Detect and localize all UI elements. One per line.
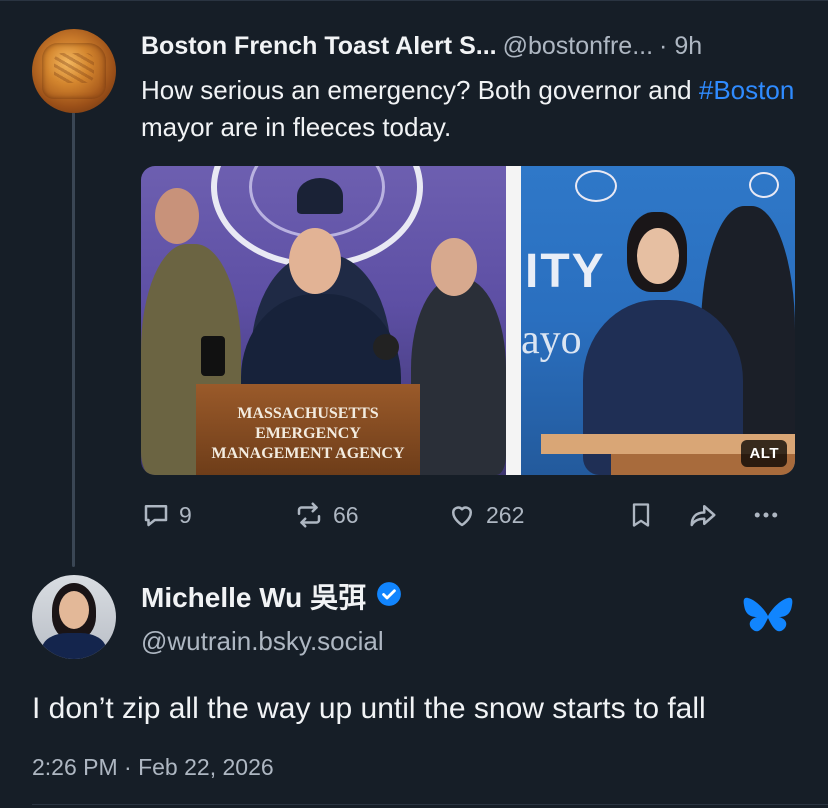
mayor-press-conference-image[interactable]: ITY ayo ALT bbox=[521, 166, 795, 475]
french-toast-avatar[interactable] bbox=[32, 29, 116, 113]
podium-sign-text: MASSACHUSETTS EMERGENCY MANAGEMENT AGENC… bbox=[196, 404, 420, 464]
podium-line: EMERGENCY bbox=[255, 425, 361, 442]
thread-connector-line bbox=[72, 112, 75, 567]
post-text-part: How serious an emergency? Both governor … bbox=[141, 75, 699, 105]
repost-button[interactable]: 66 bbox=[293, 500, 359, 530]
post-action-bar: 9 66 262 bbox=[141, 500, 801, 534]
post-text: I don’t zip all the way up until the sno… bbox=[32, 692, 706, 725]
verified-badge-icon bbox=[376, 580, 402, 616]
avatar-shirt bbox=[42, 633, 106, 659]
bookmark-button[interactable] bbox=[627, 500, 655, 530]
like-icon bbox=[446, 500, 478, 530]
guard-head bbox=[155, 188, 199, 244]
microphone bbox=[373, 334, 399, 360]
author-name-row: Michelle Wu 吳弭 bbox=[141, 580, 402, 616]
podium: MASSACHUSETTS EMERGENCY MANAGEMENT AGENC… bbox=[196, 384, 420, 475]
share-icon bbox=[687, 500, 719, 530]
more-options-button[interactable] bbox=[749, 500, 783, 530]
podium-line: MANAGEMENT AGENCY bbox=[211, 445, 405, 462]
microphone bbox=[201, 336, 225, 376]
hashtag-link[interactable]: #Boston bbox=[699, 75, 794, 105]
officer-cap bbox=[297, 178, 343, 214]
michelle-wu-avatar[interactable] bbox=[32, 575, 116, 659]
post-text: How serious an emergency? Both governor … bbox=[141, 72, 801, 146]
reply-count: 9 bbox=[179, 501, 192, 528]
post-header: Boston French Toast Alert S... @bostonfre… bbox=[141, 30, 702, 62]
bookmark-icon bbox=[627, 500, 655, 530]
backdrop-lettering: ITY bbox=[525, 245, 606, 298]
bottom-divider bbox=[32, 804, 828, 805]
woman-right-fleece bbox=[411, 278, 506, 475]
author-name[interactable]: Boston French Toast Alert S... bbox=[141, 32, 497, 60]
image-divider bbox=[506, 166, 521, 475]
post-timestamp[interactable]: · 9h bbox=[659, 32, 702, 60]
post-timestamp[interactable]: 2:26 PM · Feb 22, 2026 bbox=[32, 752, 274, 782]
author-name[interactable]: Michelle Wu 吳弭 bbox=[141, 580, 366, 616]
backdrop-lettering: ayo bbox=[521, 317, 582, 363]
repost-icon bbox=[293, 500, 325, 530]
reply-button[interactable]: 9 bbox=[141, 500, 192, 530]
author-handle[interactable]: @wutrain.bsky.social bbox=[141, 624, 384, 658]
post-text-part: mayor are in fleeces today. bbox=[141, 112, 452, 142]
woman-right-head bbox=[431, 238, 477, 296]
governor-press-conference-image[interactable]: MASSACHUSETTS EMERGENCY MANAGEMENT AGENC… bbox=[141, 166, 506, 475]
bluesky-butterfly-icon[interactable] bbox=[743, 597, 793, 646]
podium-line: MASSACHUSETTS bbox=[237, 405, 379, 422]
top-divider bbox=[0, 0, 828, 1]
governor-head bbox=[289, 228, 341, 294]
like-button[interactable]: 262 bbox=[446, 500, 524, 530]
like-count: 262 bbox=[486, 501, 525, 528]
city-seal-graphic bbox=[749, 172, 779, 198]
share-button[interactable] bbox=[687, 500, 719, 530]
reply-icon bbox=[141, 500, 171, 530]
avatar-face bbox=[59, 591, 89, 629]
more-icon bbox=[749, 500, 783, 530]
mayor-face bbox=[637, 228, 679, 284]
post-image-gallery[interactable]: MASSACHUSETTS EMERGENCY MANAGEMENT AGENC… bbox=[141, 166, 795, 475]
city-seal-graphic bbox=[575, 170, 617, 202]
author-handle[interactable]: @bostonfre... bbox=[503, 32, 653, 60]
alt-text-badge[interactable]: ALT bbox=[741, 440, 787, 467]
repost-count: 66 bbox=[333, 501, 359, 528]
